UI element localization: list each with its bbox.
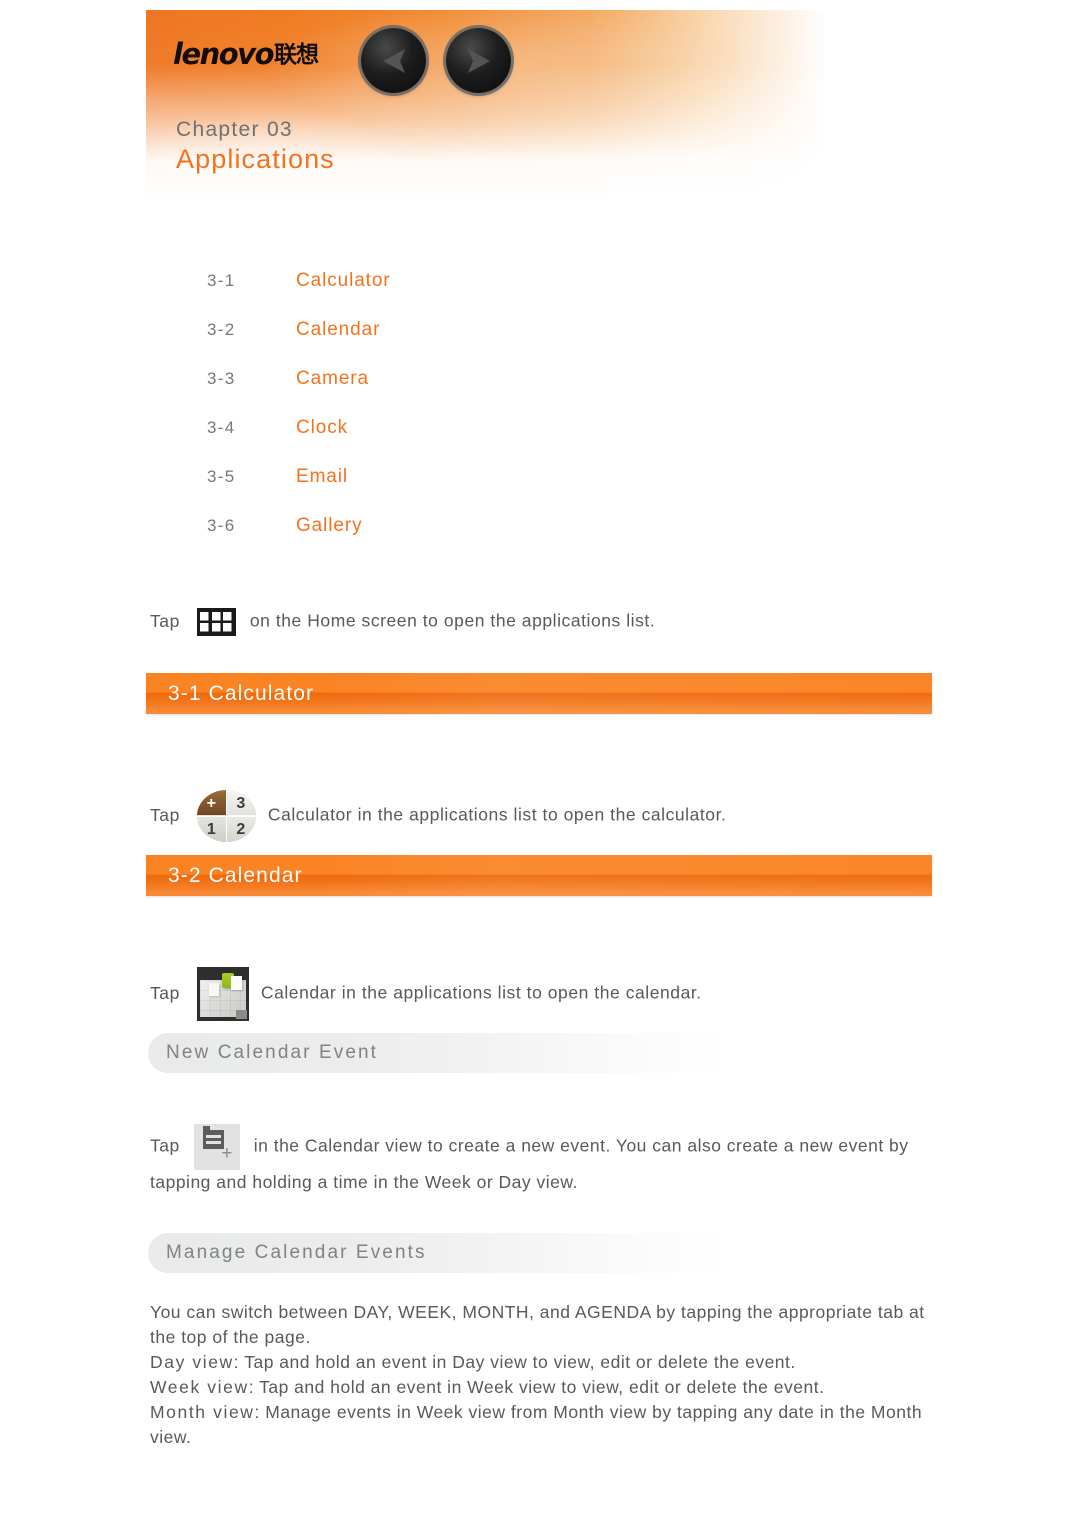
toc-link-clock[interactable]: Clock	[296, 417, 348, 439]
subsection-new-calendar-event: New Calendar Event	[148, 1033, 780, 1073]
toc-link-calendar[interactable]: Calendar	[296, 319, 380, 341]
next-page-button[interactable]	[446, 28, 511, 93]
calendar-icon-cell-white	[230, 976, 242, 990]
page-title: Applications	[176, 144, 335, 174]
manage-events-paragraph: You can switch between DAY, WEEK, MONTH,…	[150, 1300, 940, 1450]
calculator-icon-three: 3	[226, 790, 256, 816]
intro-rest-text: on the Home screen to open the applicati…	[249, 610, 656, 631]
calculator-app-icon: + 3 1 2	[196, 790, 256, 842]
subsection-title-manage-calendar-events: Manage Calendar Events	[166, 1242, 427, 1263]
toc-row: 3-4 Clock	[207, 417, 807, 466]
toc-row: 3-6 Gallery	[207, 515, 807, 564]
new-event-lead-text: Tap	[150, 1135, 180, 1156]
subsection-title-new-calendar-event: New Calendar Event	[166, 1042, 379, 1063]
intro-lead-text: Tap	[150, 610, 180, 631]
section-title-calculator: 3-1 Calculator	[168, 681, 315, 705]
day-view-text: : Tap and hold an event in Day view to v…	[233, 1352, 796, 1372]
toc-link-email[interactable]: Email	[296, 466, 348, 488]
section-title-calendar: 3-2 Calendar	[168, 863, 303, 887]
new-event-icon-plus: +	[221, 1143, 234, 1164]
month-view-text: : Manage events in Week view from Month …	[150, 1402, 923, 1447]
calendar-icon-cell-white	[208, 983, 219, 996]
manage-events-intro: You can switch between DAY, WEEK, MONTH,…	[150, 1302, 925, 1347]
week-view-text: : Tap and hold an event in Week view to …	[248, 1377, 825, 1397]
calculator-icon-two: 2	[226, 816, 256, 842]
toc-link-gallery[interactable]: Gallery	[296, 515, 362, 537]
calendar-lead-text: Tap	[150, 982, 180, 1003]
arrow-left-icon	[374, 41, 414, 81]
calculator-icon-divider-horizontal	[196, 815, 256, 817]
section-bar-calendar: 3-2 Calendar	[146, 855, 932, 896]
header-navigation	[361, 28, 511, 93]
calculator-rest-text: Calculator in the applications list to o…	[267, 804, 727, 825]
calendar-instruction: Tap Calendar in the applications list to…	[150, 967, 702, 1021]
table-of-contents: 3-1 Calculator 3-2 Calendar 3-3 Camera 3…	[207, 270, 807, 564]
calendar-app-icon	[196, 967, 249, 1021]
toc-number: 3-5	[207, 467, 236, 486]
calculator-icon-plus: +	[196, 790, 227, 816]
toc-row: 3-1 Calculator	[207, 270, 807, 319]
week-view-label: Week view	[150, 1377, 249, 1397]
section-bar-calculator: 3-1 Calculator	[146, 673, 932, 714]
toc-number: 3-2	[207, 320, 236, 339]
calendar-icon-cell-dark	[235, 1010, 247, 1019]
toc-link-camera[interactable]: Camera	[296, 368, 369, 390]
intro-instruction: Tap on the Home screen to open the applic…	[150, 608, 655, 636]
new-event-icon: +	[193, 1124, 240, 1170]
arrow-right-icon	[459, 41, 499, 81]
calculator-lead-text: Tap	[150, 804, 180, 825]
month-view-label: Month view	[150, 1402, 255, 1422]
toc-number: 3-1	[207, 271, 236, 290]
calculator-instruction: Tap + 3 1 2 Calculator in the applicatio…	[150, 790, 726, 842]
lenovo-logo-cjk: 联想	[274, 42, 319, 68]
lenovo-logo: lenovo联想	[173, 37, 319, 71]
toc-row: 3-5 Email	[207, 466, 807, 515]
chapter-label: Chapter 03	[176, 118, 293, 141]
page-header-banner: lenovo联想 Chapter 03 Applications	[146, 10, 827, 198]
apps-grid-icon	[196, 608, 236, 636]
calendar-rest-text: Calendar in the applications list to ope…	[260, 982, 702, 1003]
toc-row: 3-2 Calendar	[207, 319, 807, 368]
calculator-icon-one: 1	[196, 816, 227, 842]
previous-page-button[interactable]	[361, 28, 426, 93]
toc-link-calculator[interactable]: Calculator	[296, 270, 391, 292]
toc-number: 3-6	[207, 516, 236, 535]
new-event-paragraph: Tap + in the Calendar view to create a n…	[150, 1124, 940, 1195]
subsection-manage-calendar-events: Manage Calendar Events	[148, 1233, 780, 1273]
toc-row: 3-3 Camera	[207, 368, 807, 417]
toc-number: 3-4	[207, 418, 236, 437]
toc-number: 3-3	[207, 369, 236, 388]
lenovo-logo-text: lenovo	[173, 37, 275, 71]
day-view-label: Day view	[150, 1352, 234, 1372]
new-event-body-text: in the Calendar view to create a new eve…	[150, 1135, 909, 1192]
